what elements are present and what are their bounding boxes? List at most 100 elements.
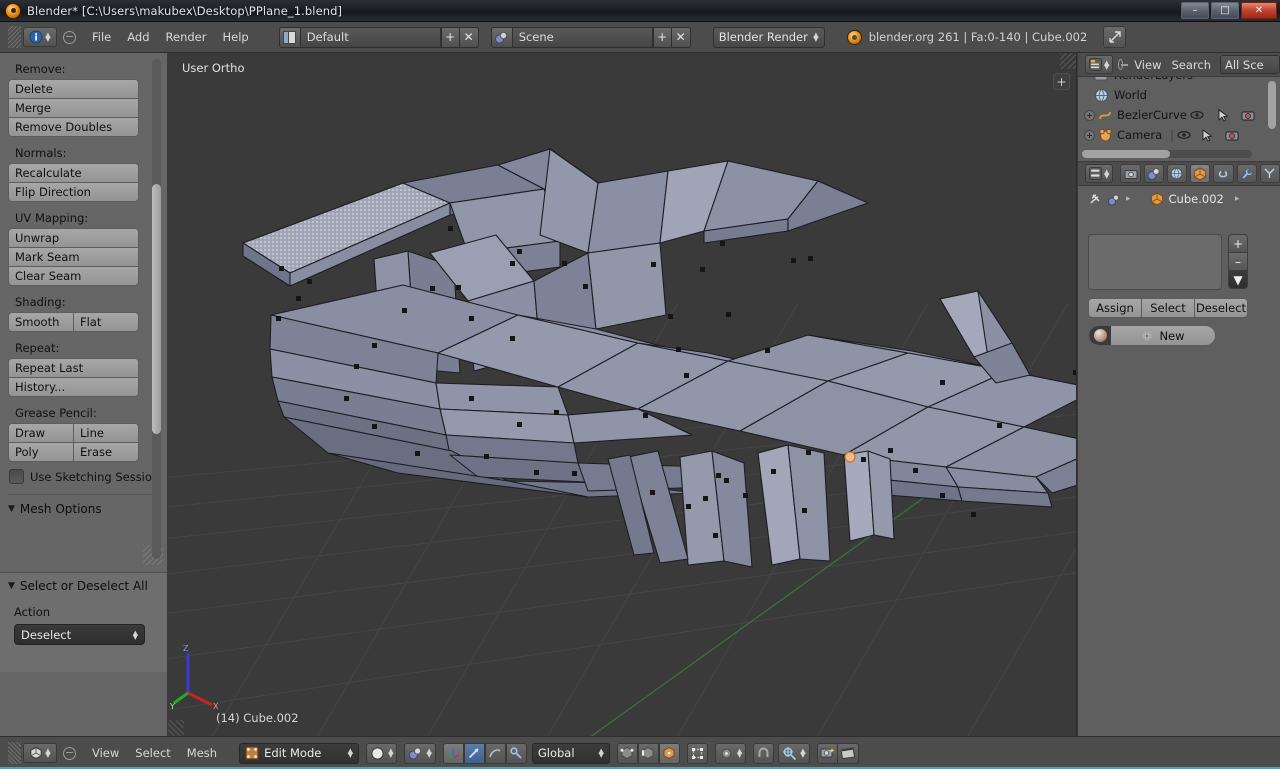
camera-icon[interactable] [1225,129,1239,141]
breadcrumb-object-name[interactable]: Cube.002 [1169,192,1224,206]
menu-file[interactable]: File [84,27,119,47]
menu-collapse-icon[interactable] [63,30,76,44]
repeat-last-button[interactable]: Repeat Last [8,358,139,378]
new-material-button[interactable]: New [1111,329,1215,343]
scale-manipulator-icon[interactable] [484,742,506,764]
outliner-horizontal-scrollbar[interactable] [1082,150,1252,158]
area-corner-handle[interactable] [1060,53,1076,69]
area-corner-handle[interactable] [8,742,21,764]
object-data-icon[interactable] [1107,193,1121,206]
outliner-menu-search[interactable]: Search [1166,56,1216,74]
minimize-button[interactable]: – [1181,2,1209,19]
deselect-button[interactable]: Deselect [1194,298,1248,318]
toolshelf-scrollbar[interactable] [152,59,161,559]
properties-tab-scene[interactable] [1143,164,1164,183]
outliner-vertical-scrollbar[interactable] [1268,81,1276,129]
editor-type-selector[interactable]: ▲ ▼ [23,27,57,47]
recalculate-button[interactable]: Recalculate [8,163,139,183]
delete-button[interactable]: Delete [8,79,139,99]
add-scene-button[interactable]: + [652,26,672,48]
flip-direction-button[interactable]: Flip Direction [8,182,139,202]
add-screen-layout-button[interactable]: + [440,26,460,48]
cursor-icon[interactable] [1202,128,1213,142]
properties-tab-constraints[interactable] [1213,164,1234,183]
scene-icon[interactable] [490,26,513,48]
assign-button[interactable]: Assign [1088,298,1142,318]
outliner-row-world[interactable]: World [1078,85,1280,105]
interaction-mode-selector[interactable]: Edit Mode ▲ ▼ [239,742,360,764]
remove-doubles-button[interactable]: Remove Doubles [8,117,139,137]
view3d-menu-mesh[interactable]: Mesh [179,743,225,763]
area-corner-handle[interactable] [8,26,21,48]
menu-help[interactable]: Help [214,27,256,47]
scrollbar-thumb[interactable] [1082,150,1170,158]
area-corner-handle[interactable] [168,720,184,736]
manipulator-extra-icon[interactable] [505,742,527,764]
eye-icon[interactable] [1190,109,1204,121]
add-vertex-group-button[interactable]: + [1228,234,1248,253]
menu-collapse-icon[interactable] [63,746,76,760]
operator-panel-header[interactable]: ▼ Select or Deselect All [8,579,167,593]
new-material-row[interactable]: New [1088,325,1216,346]
gp-line-button[interactable]: Line [73,423,139,443]
scene-field[interactable]: Scene [512,26,653,48]
close-button[interactable]: ✕ [1241,2,1277,19]
maximize-area-icon[interactable] [1103,26,1127,48]
properties-tab-object[interactable] [1190,164,1211,183]
clear-seam-button[interactable]: Clear Seam [8,266,139,286]
flat-button[interactable]: Flat [73,312,139,332]
rotate-manipulator-icon[interactable] [463,742,485,764]
use-sketching-sessions-checkbox-row[interactable]: Use Sketching Sessio [9,469,160,484]
render-opengl-anim-icon[interactable] [837,742,859,764]
checkbox-icon[interactable] [9,469,24,484]
menu-collapse-icon[interactable] [1118,59,1128,70]
add-panel-icon[interactable]: + [1053,73,1070,90]
remove-vertex-group-button[interactable]: – [1228,252,1248,271]
occlude-geometry-icon[interactable] [686,742,708,764]
mesh-options-panel-header[interactable]: ▼ Mesh Options [8,502,160,516]
menu-render[interactable]: Render [158,27,215,47]
outliner-tree[interactable]: RenderLayers World BezierCurve [1078,77,1280,161]
translate-manipulator-icon[interactable] [442,742,464,764]
delete-scene-button[interactable]: ✕ [671,26,691,48]
view3d-menu-select[interactable]: Select [127,743,178,763]
gp-erase-button[interactable]: Erase [73,442,139,462]
smooth-button[interactable]: Smooth [8,312,74,332]
merge-button[interactable]: Merge [8,98,139,118]
mark-seam-button[interactable]: Mark Seam [8,247,139,267]
view3d-editor-type-selector[interactable]: ▲ ▼ [23,743,57,763]
outliner-row-camera[interactable]: Camera | [1078,125,1280,145]
select-button[interactable]: Select [1141,298,1195,318]
vertex-select-icon[interactable] [616,742,638,764]
maximize-button[interactable]: □ [1211,2,1239,19]
action-dropdown[interactable]: Deselect ▲ ▼ [14,624,145,645]
properties-tab-render[interactable] [1120,164,1141,183]
outliner-editor-type-selector[interactable]: ▲ ▼ [1085,55,1114,74]
outliner-row-beziercurve[interactable]: BezierCurve [1078,105,1280,125]
viewport-canvas[interactable]: Z X Y [168,53,1076,736]
viewport-3d[interactable]: Z X Y User Ortho (14) Cube.002 + [168,53,1076,736]
properties-tab-modifiers[interactable] [1236,164,1257,183]
render-opengl-icon[interactable] [816,742,838,764]
outliner-menu-view[interactable]: View [1129,56,1166,74]
properties-tab-data[interactable] [1259,164,1280,183]
magnet-icon[interactable] [753,742,775,764]
properties-editor-type-selector[interactable]: ▲ ▼ [1085,164,1114,183]
transform-orientation-selector[interactable]: Global ▲ ▼ [531,742,610,764]
unwrap-button[interactable]: Unwrap [8,228,139,248]
render-engine-selector[interactable]: Blender Render ▲ ▼ [712,26,825,48]
screen-layout-icon[interactable] [278,26,301,48]
vertex-groups-list[interactable] [1088,234,1222,290]
view3d-menu-view[interactable]: View [84,743,127,763]
pivot-point-selector[interactable]: ▲ ▼ [714,742,747,764]
gp-poly-button[interactable]: Poly [8,442,74,462]
expand-icon[interactable] [1084,129,1095,141]
face-select-icon[interactable] [658,742,680,764]
gp-draw-button[interactable]: Draw [8,423,74,443]
screen-layout-field[interactable]: Default [300,26,441,48]
properties-tab-world[interactable] [1166,164,1188,183]
camera-icon[interactable] [1241,109,1255,121]
outliner-row-renderlayers[interactable]: RenderLayers [1078,77,1280,85]
menu-add[interactable]: Add [119,27,157,47]
pin-icon[interactable] [1088,192,1102,206]
